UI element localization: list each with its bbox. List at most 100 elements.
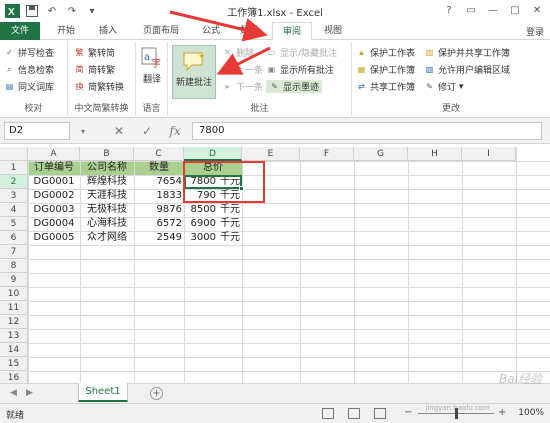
page-break-view-icon[interactable] [374, 408, 386, 419]
column-header-c[interactable]: C [134, 147, 184, 161]
translate-button[interactable]: a字 翻译 [139, 46, 165, 85]
spell-check-button[interactable]: ✓ 拼写检查 [4, 46, 54, 59]
close-button[interactable]: ✕ [526, 2, 548, 19]
tab-home[interactable]: 开始 [50, 22, 82, 40]
order-id-cell[interactable]: DG0005 [28, 231, 80, 245]
zoom-in-icon[interactable]: + [498, 407, 506, 418]
protect-workbook-button[interactable]: ▦ 保护工作簿 [356, 63, 415, 76]
quantity-cell[interactable]: 2549 [134, 231, 184, 245]
show-all-comments-button[interactable]: ▣ 显示所有批注 [266, 63, 334, 76]
company-cell[interactable]: 无极科技 [80, 203, 134, 217]
protect-share-button[interactable]: ▥ 保护并共享工作簿 [424, 46, 510, 59]
next-comment-button[interactable]: ▸ 下一条 [222, 80, 263, 93]
quantity-cell[interactable]: 9876 [134, 203, 184, 217]
row-header-12[interactable]: 12 [0, 315, 28, 329]
name-box[interactable]: D2 [4, 122, 70, 140]
to-simplified-button[interactable]: 繁 繁转简 [74, 46, 116, 59]
order-id-cell[interactable]: DG0001 [28, 175, 80, 189]
column-header-e[interactable]: E [242, 147, 300, 161]
to-traditional-button[interactable]: 简 简转繁 [74, 63, 116, 76]
fill-handle[interactable] [239, 186, 244, 191]
track-changes-button[interactable]: ✎ 修订 ▾ [424, 80, 463, 94]
previous-comment-button[interactable]: ◂ 上一条 [222, 63, 263, 76]
row-header-6[interactable]: 6 [0, 231, 28, 245]
company-cell[interactable]: 辉煌科技 [80, 175, 134, 189]
row-header-13[interactable]: 13 [0, 329, 28, 343]
row-header-3[interactable]: 3 [0, 189, 28, 203]
allow-edit-ranges-button[interactable]: ▧ 允许用户编辑区域 [424, 63, 510, 76]
order-id-cell[interactable]: DG0002 [28, 189, 80, 203]
tab-insert[interactable]: 插入 [92, 22, 124, 40]
formula-input[interactable]: 7800 [192, 122, 542, 140]
maximize-button[interactable]: □ [504, 2, 526, 19]
total-price-cell[interactable]: 8500 千元 [184, 203, 242, 217]
chinese-convert-button[interactable]: 換 简繁转换 [74, 80, 125, 93]
login-link[interactable]: 登录 [526, 25, 544, 38]
cancel-icon[interactable]: ✕ [110, 122, 128, 140]
select-all-corner[interactable] [0, 147, 28, 161]
header-cell[interactable]: 总价 [184, 161, 242, 175]
row-header-11[interactable]: 11 [0, 301, 28, 315]
page-layout-view-icon[interactable] [348, 408, 360, 419]
company-cell[interactable]: 心海科技 [80, 217, 134, 231]
sheet-prev-icon[interactable]: ◀ [10, 388, 17, 398]
header-cell[interactable]: 订单编号 [28, 161, 80, 175]
row-header-16[interactable]: 16 [0, 371, 28, 383]
row-header-4[interactable]: 4 [0, 203, 28, 217]
column-header-d[interactable]: D [184, 147, 242, 161]
row-header-2[interactable]: 2 [0, 175, 28, 189]
research-button[interactable]: ⌕ 信息检索 [4, 63, 54, 77]
show-hide-comment-button[interactable]: ▭ 显示/隐藏批注 [266, 46, 337, 59]
total-price-cell[interactable]: 3000 千元 [184, 231, 242, 245]
column-header-f[interactable]: F [300, 147, 354, 161]
total-price-cell[interactable]: 790 千元 [184, 189, 242, 203]
order-id-cell[interactable]: DG0004 [28, 217, 80, 231]
protect-sheet-button[interactable]: 🔒︎ 保护工作表 [356, 46, 415, 60]
minimize-button[interactable]: — [482, 2, 504, 19]
column-header-i[interactable]: I [462, 147, 516, 161]
help-button[interactable]: ? [438, 2, 460, 19]
tab-view[interactable]: 视图 [318, 22, 348, 40]
quantity-cell[interactable]: 6572 [134, 217, 184, 231]
row-header-14[interactable]: 14 [0, 343, 28, 357]
sheet-tab-sheet1[interactable]: Sheet1 [78, 383, 128, 402]
row-header-5[interactable]: 5 [0, 217, 28, 231]
enter-icon[interactable]: ✓ [138, 122, 156, 140]
tab-formulas[interactable]: 公式 [196, 22, 226, 40]
column-header-b[interactable]: B [80, 147, 134, 161]
tab-review[interactable]: 审阅 [272, 22, 312, 41]
tab-file[interactable]: 文件 [0, 22, 40, 40]
row-header-10[interactable]: 10 [0, 287, 28, 301]
row-header-8[interactable]: 8 [0, 259, 28, 273]
row-header-9[interactable]: 9 [0, 273, 28, 287]
quantity-cell[interactable]: 1833 [134, 189, 184, 203]
order-id-cell[interactable]: DG0003 [28, 203, 80, 217]
company-cell[interactable]: 众才网络 [80, 231, 134, 245]
column-header-a[interactable]: A [28, 147, 80, 161]
thesaurus-button[interactable]: ▤ 同义词库 [4, 80, 54, 93]
column-header-g[interactable]: G [354, 147, 408, 161]
header-cell[interactable]: 数量 [134, 161, 184, 175]
row-header-15[interactable]: 15 [0, 357, 28, 371]
show-ink-button[interactable]: ✎ 显示墨迹 [266, 80, 323, 93]
header-cell[interactable]: 公司名称 [80, 161, 134, 175]
tab-data[interactable]: 数据 [234, 22, 264, 40]
column-header-h[interactable]: H [408, 147, 462, 161]
name-box-dropdown-icon[interactable]: ▾ [74, 122, 92, 140]
zoom-out-icon[interactable]: − [404, 407, 412, 418]
sheet-next-icon[interactable]: ▶ [26, 388, 33, 398]
share-workbook-button[interactable]: ⇄ 共享工作簿 [356, 80, 415, 93]
normal-view-icon[interactable] [322, 408, 334, 419]
quantity-cell[interactable]: 7654 [134, 175, 184, 189]
total-price-cell[interactable]: 6900 千元 [184, 217, 242, 231]
new-comment-button[interactable]: ✦ 新建批注 [172, 45, 216, 99]
company-cell[interactable]: 天涯科技 [80, 189, 134, 203]
row-header-7[interactable]: 7 [0, 245, 28, 259]
insert-function-icon[interactable]: fx [166, 122, 184, 140]
delete-comment-button[interactable]: ✕ 删除 [222, 46, 254, 59]
zoom-level[interactable]: 100% [518, 408, 544, 418]
tab-page-layout[interactable]: 页面布局 [134, 22, 188, 40]
ribbon-display-button[interactable]: ▭ [460, 2, 482, 19]
add-sheet-icon[interactable]: + [150, 387, 163, 400]
row-header-1[interactable]: 1 [0, 161, 28, 175]
